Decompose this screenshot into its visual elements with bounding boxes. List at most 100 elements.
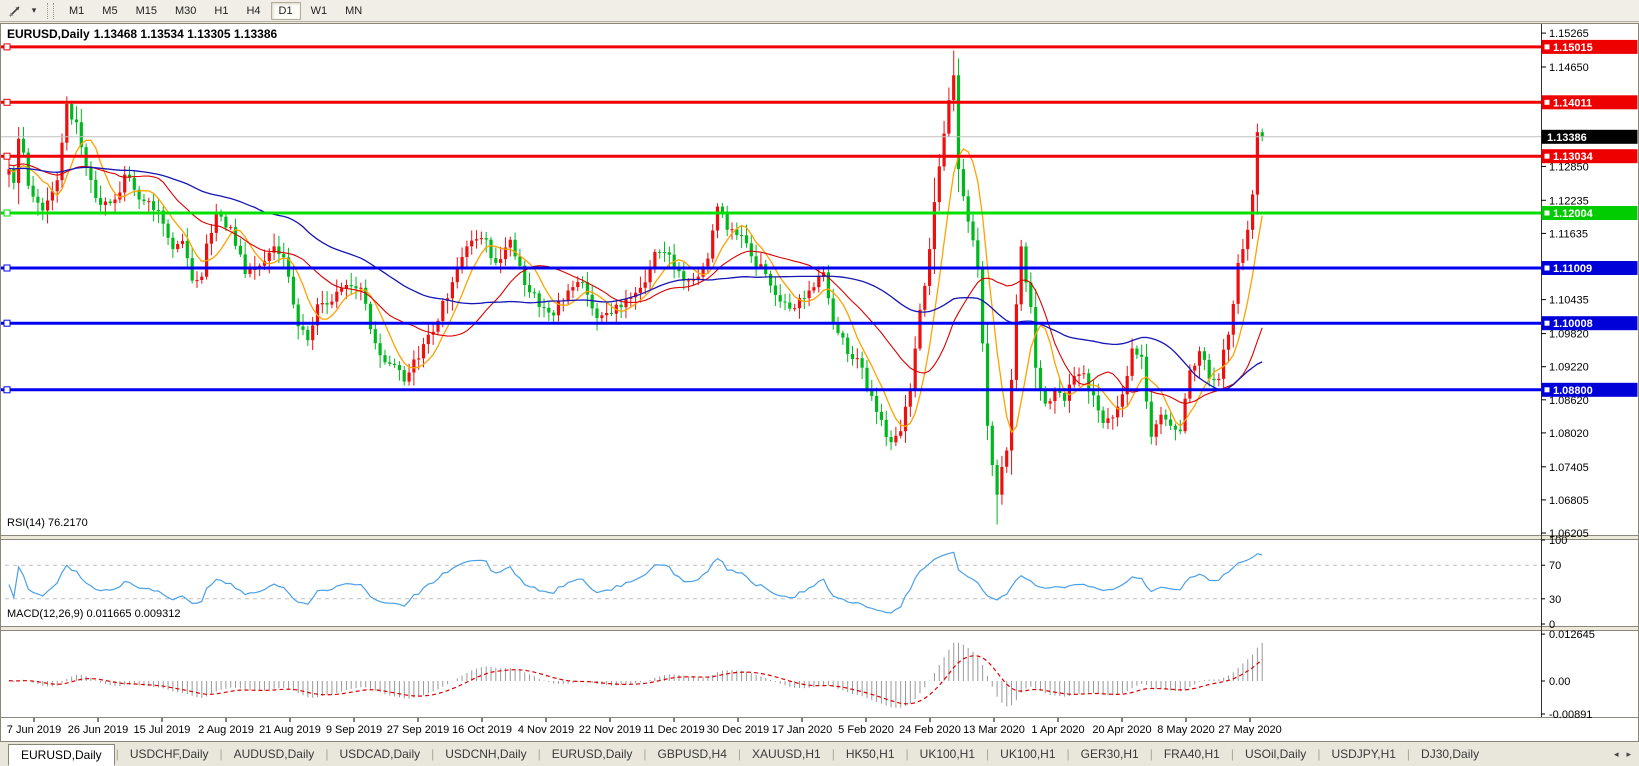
date-tick-label: 9 Sep 2019 <box>326 724 382 736</box>
tab-scroll-arrows: ◂▸ <box>1614 749 1639 760</box>
date-tick-label: 24 Feb 2020 <box>899 724 961 736</box>
chart-canvas[interactable]: 1.152651.146501.128501.122351.116351.104… <box>1 24 1638 741</box>
line-anchor-marker[interactable] <box>4 153 10 159</box>
timeframe-button-group: M1M5M15M30H1H4D1W1MN <box>61 2 370 20</box>
date-tick-label: 26 Jun 2019 <box>68 724 129 736</box>
line-anchor-marker[interactable] <box>4 265 10 271</box>
toolbar-separator <box>47 3 54 19</box>
price-tick-label: 1.10435 <box>1549 295 1589 307</box>
chart-tab-bar: EURUSD,Daily|USDCHF,Daily|AUDUSD,Daily|U… <box>0 742 1639 766</box>
chart-tab-dj30-daily[interactable]: DJ30,Daily <box>1411 744 1489 764</box>
date-tick-label: 15 Jul 2019 <box>134 724 191 736</box>
rsi-line <box>9 552 1262 613</box>
price-line-tag: 1.15015 <box>1542 40 1638 54</box>
timeframe-button-w1[interactable]: W1 <box>303 2 336 20</box>
chart-tab-usdcnh-daily[interactable]: USDCNH,Daily <box>435 744 536 764</box>
rsi-scale-label: 70 <box>1549 560 1561 572</box>
rsi-scale-label: 100 <box>1549 535 1567 547</box>
date-tick-label: 17 Jan 2020 <box>772 724 833 736</box>
price-tick-label: 1.11635 <box>1549 228 1588 240</box>
svg-text:1.13386: 1.13386 <box>1547 132 1587 144</box>
macd-pane <box>9 643 1262 708</box>
chart-tab-xauusd-h1[interactable]: XAUUSD,H1 <box>742 744 831 764</box>
chart-cursor-icon <box>7 3 23 19</box>
timeframe-button-h1[interactable]: H1 <box>206 2 236 20</box>
timeframe-button-mn[interactable]: MN <box>337 2 370 20</box>
timeframe-button-d1[interactable]: D1 <box>271 2 301 20</box>
rsi-pane <box>5 552 1541 613</box>
chart-tab-usdcad-daily[interactable]: USDCAD,Daily <box>329 744 430 764</box>
date-tick-label: 4 Nov 2019 <box>518 724 574 736</box>
candlesticks <box>7 51 1263 525</box>
date-tick-label: 22 Nov 2019 <box>579 724 641 736</box>
pane-borders <box>1 24 1638 718</box>
chart-window: 1.152651.146501.128501.122351.116351.104… <box>0 23 1639 742</box>
chart-tab-audusd-daily[interactable]: AUDUSD,Daily <box>224 744 325 764</box>
horizontal-price-lines[interactable] <box>1 44 1541 393</box>
date-tick-label: 5 Feb 2020 <box>838 724 894 736</box>
toolbar: ▾ M1M5M15M30H1H4D1W1MN <box>0 0 1639 22</box>
date-axis[interactable]: 7 Jun 201926 Jun 201915 Jul 20192 Aug 20… <box>7 718 1282 736</box>
timeframe-button-m15[interactable]: M15 <box>128 2 165 20</box>
line-anchor-marker[interactable] <box>4 44 10 50</box>
timeframe-button-m1[interactable]: M1 <box>61 2 92 20</box>
chart-tab-eurusd-daily[interactable]: EURUSD,Daily <box>8 744 115 766</box>
date-tick-label: 27 Sep 2019 <box>387 724 449 736</box>
ohlc-values: 1.13468 1.13534 1.13305 1.13386 <box>94 27 278 41</box>
tab-scroll-left-icon[interactable]: ◂ <box>1614 749 1619 760</box>
chart-tab-fra40-h1[interactable]: FRA40,H1 <box>1154 744 1230 764</box>
price-line-tag: 1.11009 <box>1542 261 1638 275</box>
line-anchor-marker[interactable] <box>4 99 10 105</box>
line-anchor-marker[interactable] <box>4 210 10 216</box>
chart-cursor-icon[interactable] <box>4 2 26 20</box>
chart-tab-usdjpy-h1[interactable]: USDJPY,H1 <box>1321 744 1405 764</box>
svg-text:1.11009: 1.11009 <box>1553 263 1592 275</box>
svg-text:1.10008: 1.10008 <box>1553 318 1593 330</box>
chart-tab-ger30-h1[interactable]: GER30,H1 <box>1071 744 1149 764</box>
timeframe-button-h4[interactable]: H4 <box>238 2 268 20</box>
svg-text:1.14011: 1.14011 <box>1553 97 1592 109</box>
svg-text:1.13034: 1.13034 <box>1553 151 1594 163</box>
macd-scale-label: 0.012645 <box>1549 629 1595 641</box>
price-tick-label: 1.14650 <box>1549 62 1589 74</box>
current-price-tag: 1.13386 <box>1542 130 1638 144</box>
price-line-tag: 1.08800 <box>1542 383 1638 397</box>
tab-scroll-right-icon[interactable]: ▸ <box>1626 749 1631 760</box>
price-tick-label: 1.07405 <box>1549 462 1589 474</box>
rsi-scale-label: 30 <box>1549 594 1561 606</box>
timeframe-button-m30[interactable]: M30 <box>167 2 204 20</box>
price-line-tag: 1.14011 <box>1542 95 1638 109</box>
timeframe-button-m5[interactable]: M5 <box>94 2 125 20</box>
date-tick-label: 16 Oct 2019 <box>452 724 512 736</box>
price-axis[interactable]: 1.152651.146501.128501.122351.116351.104… <box>1541 28 1638 721</box>
svg-text:1.12004: 1.12004 <box>1553 208 1594 220</box>
line-anchor-marker[interactable] <box>4 387 10 393</box>
rsi-indicator-label: RSI(14) 76.2170 <box>7 517 88 529</box>
date-tick-label: 27 May 2020 <box>1218 724 1282 736</box>
date-tick-label: 13 Mar 2020 <box>963 724 1025 736</box>
chart-tab-uk100-h1[interactable]: UK100,H1 <box>990 744 1065 764</box>
date-tick-label: 7 Jun 2019 <box>7 724 61 736</box>
macd-scale-label: 0.00 <box>1549 676 1570 688</box>
date-tick-label: 11 Dec 2019 <box>643 724 705 736</box>
date-tick-label: 21 Aug 2019 <box>259 724 321 736</box>
chart-tab-gbpusd-h4[interactable]: GBPUSD,H4 <box>648 744 737 764</box>
chart-tab-usdchf-daily[interactable]: USDCHF,Daily <box>120 744 219 764</box>
symbol-timeframe-label: EURUSD,Daily <box>7 27 90 41</box>
date-tick-label: 8 May 2020 <box>1157 724 1214 736</box>
mt4-window: ▾ M1M5M15M30H1H4D1W1MN 1.15265 1.14650 1.1… <box>0 0 1639 766</box>
chart-tab-eurusd-daily[interactable]: EURUSD,Daily <box>542 744 643 764</box>
macd-indicator-label: MACD(12,26,9) 0.011665 0.009312 <box>7 608 180 620</box>
chart-tab-hk50-h1[interactable]: HK50,H1 <box>836 744 905 764</box>
chart-tab-uk100-h1[interactable]: UK100,H1 <box>910 744 985 764</box>
price-line-tag: 1.10008 <box>1542 316 1638 330</box>
price-tick-label: 1.12235 <box>1549 195 1589 207</box>
price-tick-label: 1.15265 <box>1549 28 1589 40</box>
svg-text:1.08800: 1.08800 <box>1553 385 1593 397</box>
chevron-down-icon[interactable]: ▾ <box>28 5 40 16</box>
chart-tab-usoil-daily[interactable]: USOil,Daily <box>1235 744 1316 764</box>
price-line-tag: 1.12004 <box>1542 206 1638 220</box>
price-line-tag: 1.13034 <box>1542 149 1638 163</box>
price-tick-label: 1.06805 <box>1549 495 1589 507</box>
line-anchor-marker[interactable] <box>4 320 10 326</box>
